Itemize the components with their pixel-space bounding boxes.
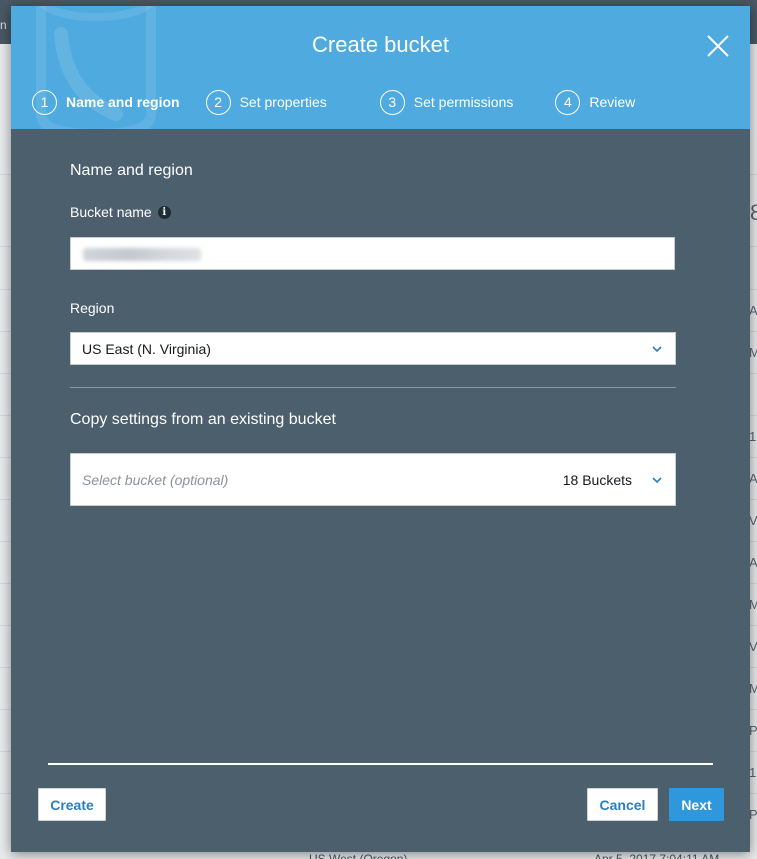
step-number: 1 (32, 89, 57, 115)
step-set-properties[interactable]: 2 Set properties (205, 89, 327, 115)
redacted-bucket-name (83, 248, 201, 261)
background-table-cell: M (749, 681, 757, 696)
section-divider (70, 387, 676, 388)
background-table-cell: M (749, 345, 757, 360)
step-label: Review (589, 94, 636, 110)
next-button[interactable]: Next (669, 788, 724, 821)
background-date-cell: Apr 5, 2017 7:04:11 AM (594, 852, 720, 859)
background-table-cell: P (749, 723, 757, 738)
bucket-select-placeholder: Select bucket (optional) (82, 471, 229, 488)
step-label: Set properties (239, 94, 327, 110)
bucket-name-input[interactable] (70, 237, 675, 270)
info-icon[interactable]: i (157, 205, 171, 219)
background-table-cell: 1 (749, 429, 757, 444)
close-button[interactable] (706, 34, 730, 58)
background-top-bar-text: n (0, 18, 7, 32)
step-name-and-region[interactable]: 1 Name and region (32, 89, 180, 115)
background-table-cell: V (749, 513, 757, 528)
background-region-cell: US West (Oregon) (309, 852, 408, 859)
region-label-text: Region (70, 300, 115, 316)
bucket-name-label-text: Bucket name (70, 204, 152, 220)
existing-bucket-select[interactable]: Select bucket (optional) 18 Buckets (70, 453, 676, 506)
bucket-name-label: Bucket name i (70, 204, 677, 220)
background-table-cell: A (749, 471, 757, 486)
background-table-cell: 8 (750, 200, 757, 225)
background-table-cell: M (749, 597, 757, 612)
step-number: 4 (555, 89, 581, 115)
background-table-cell: A (749, 555, 757, 570)
background-table-cell: P (749, 807, 757, 822)
close-icon (707, 35, 729, 57)
footer-divider (48, 763, 713, 765)
step-label: Set permissions (413, 94, 514, 110)
wizard-steps: 1 Name and region 2 Set properties 3 Set… (32, 89, 635, 115)
copy-settings-title: Copy settings from an existing bucket (70, 411, 336, 428)
step-set-permissions[interactable]: 3 Set permissions (379, 89, 514, 115)
cancel-button[interactable]: Cancel (587, 788, 658, 821)
step-review[interactable]: 4 Review (555, 89, 636, 115)
background-table-cell: A (749, 303, 757, 318)
dialog-title: Create bucket (312, 32, 449, 57)
region-select[interactable]: US East (N. Virginia) (70, 332, 676, 365)
region-label: Region (70, 300, 677, 316)
region-select-value: US East (N. Virginia) (82, 340, 211, 357)
background-table-cell: 1 (749, 765, 757, 780)
create-button[interactable]: Create (38, 788, 106, 821)
step-number: 3 (379, 89, 405, 115)
bucket-count: 18 Buckets (562, 472, 632, 488)
step-number: 2 (205, 89, 231, 115)
section-title: Name and region (70, 162, 193, 179)
dialog-body: Name and region Bucket name i Region US … (70, 129, 677, 506)
chevron-down-icon (652, 346, 662, 353)
create-bucket-dialog: Create bucket 1 Name and region 2 Set pr… (11, 6, 750, 852)
step-label: Name and region (66, 94, 180, 110)
dialog-header: Create bucket 1 Name and region 2 Set pr… (11, 6, 750, 129)
background-table-cell: V (749, 639, 757, 654)
chevron-down-icon (652, 477, 662, 484)
